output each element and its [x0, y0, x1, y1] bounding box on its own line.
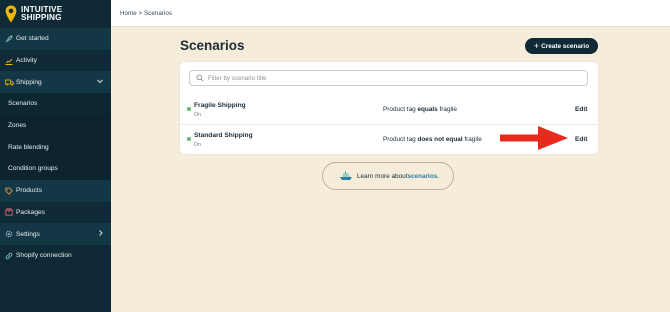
plus-icon: + — [533, 41, 540, 51]
brand-name: INTUITIVE SHIPPING — [21, 5, 62, 23]
ship-icon — [340, 171, 352, 180]
nav-shipping[interactable]: Shipping — [0, 71, 111, 94]
scenario-name[interactable]: Fragile Shipping — [194, 102, 246, 109]
condition-value: fragile — [462, 136, 482, 143]
scenario-name[interactable]: Standard Shipping — [194, 132, 253, 139]
page-title: Scenarios — [180, 38, 245, 53]
breadcrumb[interactable]: Home > Scenarios — [120, 10, 172, 17]
nav-shopify-connection[interactable]: Shopify connection — [0, 245, 111, 267]
nav-zones-label: Zones — [8, 122, 27, 130]
condition-field: Product tag — [383, 136, 418, 143]
chevron-right-icon — [99, 230, 103, 238]
tag-icon — [4, 187, 14, 195]
nav-activity[interactable]: Activity — [0, 50, 111, 72]
nav-packages-label: Packages — [16, 208, 45, 216]
nav-products[interactable]: Products — [0, 179, 111, 202]
create-scenario-button[interactable]: + Create scenario — [525, 38, 598, 54]
learn-more-link[interactable]: scenarios. — [407, 173, 439, 180]
red-arrow — [500, 126, 568, 150]
nav-get-started-label: Get started — [16, 35, 49, 43]
nav-products-label: Products — [16, 187, 43, 195]
filter-placeholder: Filter by scenario title — [208, 74, 267, 82]
condition-operator: does not equal — [417, 136, 463, 143]
condition-value: fragile — [437, 106, 457, 113]
brand-logo[interactable]: INTUITIVE SHIPPING — [0, 0, 111, 28]
gear-icon — [4, 230, 14, 238]
edit-link[interactable]: Edit — [575, 106, 587, 113]
condition-field: Product tag — [383, 106, 418, 113]
scenario-status: On — [194, 112, 201, 118]
box-icon — [4, 208, 14, 216]
nav-rate-blending[interactable]: Rate blending — [0, 136, 111, 159]
sidebar: INTUITIVE SHIPPING Get started Activity … — [0, 0, 111, 312]
nav-rate-blending-label: Rate blending — [8, 143, 49, 151]
create-scenario-label: Create scenario — [541, 42, 590, 50]
rocket-icon — [4, 35, 14, 43]
chevron-down-icon — [97, 79, 103, 86]
brand-line-2: SHIPPING — [21, 13, 62, 22]
nav-condition-groups[interactable]: Condition groups — [0, 158, 111, 180]
truck-icon — [4, 78, 14, 86]
chart-icon — [4, 57, 14, 65]
edit-link[interactable]: Edit — [575, 136, 587, 143]
scenario-condition: Product tag equals fragile — [383, 106, 457, 113]
scenario-condition: Product tag does not equal fragile — [383, 136, 482, 143]
learn-more-text: Learn more about — [357, 172, 408, 180]
nav-get-started[interactable]: Get started — [0, 28, 111, 50]
nav-shipping-label: Shipping — [16, 78, 42, 86]
nav-settings[interactable]: Settings — [0, 223, 111, 245]
nav-scenarios[interactable]: Scenarios — [0, 93, 111, 115]
condition-operator: equals — [417, 106, 438, 113]
scenario-status: On — [194, 142, 201, 148]
nav-packages[interactable]: Packages — [0, 202, 111, 224]
status-dot — [187, 137, 191, 141]
learn-more-pill[interactable]: Learn more about scenarios. — [322, 162, 454, 190]
nav-activity-label: Activity — [16, 57, 37, 65]
nav-shopify-connection-label: Shopify connection — [16, 252, 72, 260]
search-icon — [196, 74, 204, 82]
link-icon — [4, 252, 14, 260]
nav-zones[interactable]: Zones — [0, 114, 111, 137]
map-pin-logo — [5, 5, 17, 23]
nav-scenarios-label: Scenarios — [8, 100, 38, 108]
top-bar: Home > Scenarios — [111, 0, 670, 27]
status-dot — [187, 107, 191, 111]
scenario-row[interactable]: Fragile Shipping On Product tag equals f… — [180, 95, 598, 123]
nav-condition-groups-label: Condition groups — [8, 165, 58, 173]
scenario-filter-input[interactable]: Filter by scenario title — [189, 70, 588, 86]
nav-settings-label: Settings — [16, 230, 40, 238]
